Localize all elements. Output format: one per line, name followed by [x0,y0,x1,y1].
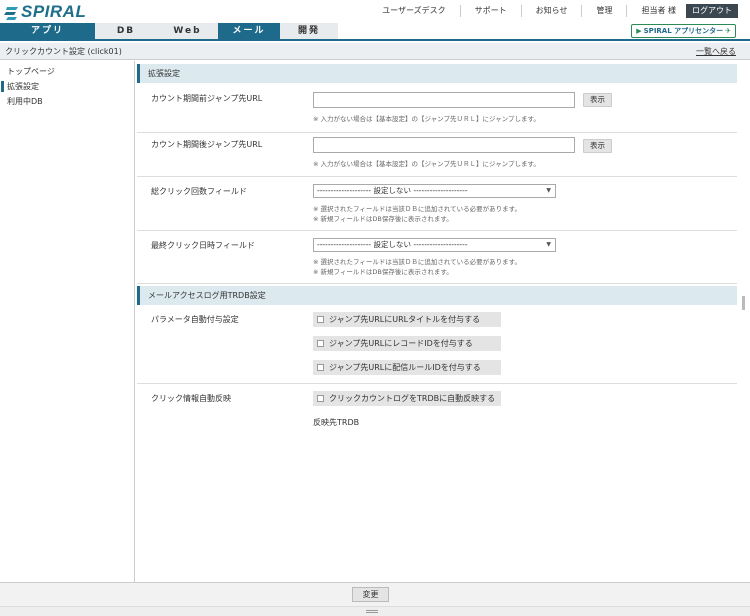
logo-text: SPIRAL [21,2,87,21]
click-reflect-label: クリック情報自動反映 [151,394,231,403]
after-url-show-button[interactable]: 表示 [583,139,612,153]
footer-bar: 変更 [0,582,750,606]
nav-support[interactable]: サポート [459,5,521,17]
checkbox-icon [317,340,324,347]
row-after-url: カウント期間後ジャンプ先URL 表示 ※ 入力がない場合は【基本設定】の【ジャン… [137,133,737,177]
nav-news[interactable]: お知らせ [520,5,582,17]
param-option-url-title[interactable]: ジャンプ先URLにURLタイトルを付与する [313,312,501,327]
tab-dev[interactable]: 開発 [280,23,338,39]
row-click-reflect: クリック情報自動反映 クリックカウントログをTRDBに自動反映する 反映先TRD… [137,384,737,444]
resize-bar[interactable] [0,606,750,616]
before-url-input[interactable] [313,92,575,108]
tab-mail[interactable]: メール [218,23,280,39]
chevron-down-icon: ▼ [546,187,551,194]
appcenter-button[interactable]: ▶ SPIRAL アプリセンター ✈ [631,24,736,38]
appcenter-label: SPIRAL アプリセンター [643,27,724,35]
top-bar: SPIRAL ユーザーズデスク サポート お知らせ 管理 担当者 様 ログアウト [0,0,750,23]
last-click-note-2: ※ 新規フィールドはDB保存後に表示されます。 [313,268,453,276]
sidebar-item-db[interactable]: 利用中DB [0,94,134,109]
top-nav: ユーザーズデスク サポート お知らせ 管理 担当者 様 ログアウト [368,4,738,18]
last-click-selected: -------------------- 設定しない -------------… [317,240,468,249]
sidebar-item-extended[interactable]: 拡張設定 [0,79,134,94]
before-url-label: カウント期間前ジャンプ先URL [151,94,263,103]
total-click-select[interactable]: -------------------- 設定しない -------------… [313,184,556,198]
last-click-select[interactable]: -------------------- 設定しない -------------… [313,238,556,252]
pointer-icon: ✈ [725,27,731,35]
spiral-logo[interactable]: SPIRAL [4,2,87,21]
scrollbar-handle[interactable] [742,296,745,310]
section-heading-extended: 拡張設定 [137,64,737,83]
param-option-record-id-label: ジャンプ先URLにレコードIDを付与する [329,339,473,348]
after-url-note: ※ 入力がない場合は【基本設定】の【ジャンプ先ＵＲＬ】にジャンプします。 [313,160,540,168]
checkbox-icon [317,316,324,323]
before-url-show-button[interactable]: 表示 [583,93,612,107]
param-option-rule-id-label: ジャンプ先URLに配信ルールIDを付与する [329,363,481,372]
after-url-label: カウント期間後ジャンプ先URL [151,140,263,149]
param-option-rule-id[interactable]: ジャンプ先URLに配信ルールIDを付与する [313,360,501,375]
main-content: 拡張設定 カウント期間前ジャンプ先URL 表示 ※ 入力がない場合は【基本設定】… [137,64,737,582]
last-click-label: 最終クリック日時フィールド [151,241,255,250]
reflect-target-label: 反映先TRDB [313,418,360,427]
checkbox-icon [317,395,324,402]
change-button[interactable]: 変更 [352,587,389,602]
click-reflect-option-label: クリックカウントログをTRDBに自動反映する [329,394,496,403]
section-heading-trdb: メールアクセスログ用TRDB設定 [137,286,737,305]
nav-admin[interactable]: 管理 [581,5,626,17]
main-tab-bar: アプリ DB Web メール 開発 ▶ SPIRAL アプリセンター ✈ [0,23,750,41]
total-click-note-1: ※ 選択されたフィールドは当該ＤＢに追加されている必要があります。 [313,205,522,213]
last-click-note-1: ※ 選択されたフィールドは当該ＤＢに追加されている必要があります。 [313,258,522,266]
row-total-click: 総クリック回数フィールド -------------------- 設定しない … [137,177,737,231]
breadcrumb-bar: クリックカウント設定 (click01) 一覧へ戻る [0,43,750,60]
play-icon: ▶ [636,27,642,35]
resize-grip-icon [366,610,378,613]
click-reflect-option[interactable]: クリックカウントログをTRDBに自動反映する [313,391,501,406]
tab-web[interactable]: Web [157,23,218,39]
spiral-logo-icon [4,4,20,20]
chevron-down-icon: ▼ [546,241,551,248]
param-label: パラメータ自動付与設定 [151,315,239,324]
param-option-record-id[interactable]: ジャンプ先URLにレコードIDを付与する [313,336,501,351]
page-title: クリックカウント設定 (click01) [5,47,122,56]
nav-users-desk[interactable]: ユーザーズデスク [368,5,459,17]
logout-button[interactable]: ログアウト [686,4,738,18]
user-name: 担当者 様 [626,5,682,17]
after-url-input[interactable] [313,137,575,153]
tab-app[interactable]: アプリ [0,23,95,39]
total-click-note-2: ※ 新規フィールドはDB保存後に表示されます。 [313,215,453,223]
tab-db[interactable]: DB [95,23,157,39]
sidebar-item-top[interactable]: トップページ [0,64,134,79]
row-param: パラメータ自動付与設定 ジャンプ先URLにURLタイトルを付与する ジャンプ先U… [137,305,737,384]
row-last-click: 最終クリック日時フィールド -------------------- 設定しない… [137,231,737,284]
checkbox-icon [317,364,324,371]
total-click-label: 総クリック回数フィールド [151,187,247,196]
row-before-url: カウント期間前ジャンプ先URL 表示 ※ 入力がない場合は【基本設定】の【ジャン… [137,83,737,133]
sidebar: トップページ 拡張設定 利用中DB [0,61,135,582]
before-url-note: ※ 入力がない場合は【基本設定】の【ジャンプ先ＵＲＬ】にジャンプします。 [313,115,540,123]
param-option-url-title-label: ジャンプ先URLにURLタイトルを付与する [329,315,481,324]
total-click-selected: -------------------- 設定しない -------------… [317,186,468,195]
back-to-list-link[interactable]: 一覧へ戻る [696,46,736,57]
